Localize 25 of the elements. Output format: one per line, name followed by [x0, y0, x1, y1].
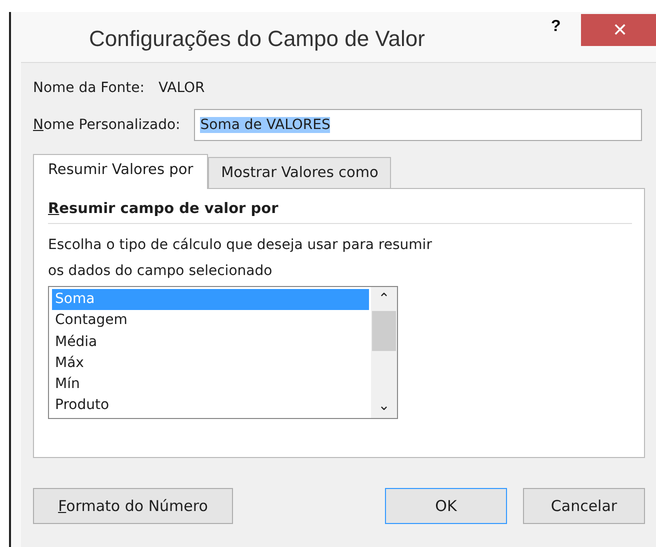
tab[interactable]: Mostrar Valores como [208, 157, 392, 188]
list-item[interactable]: Contagem [52, 310, 369, 332]
description-text: os dados do campo selecionado [48, 262, 274, 281]
field-label: Nome da Fonte: [33, 80, 144, 96]
field-label: Nome Personalizado: [33, 117, 180, 133]
scroll-up-button[interactable]: ⌃ [378, 287, 390, 311]
close-button[interactable]: ✕ [581, 14, 656, 46]
list-item[interactable]: Mín [52, 374, 369, 396]
dialog-button[interactable]: Formato do Número [33, 488, 233, 524]
input-field[interactable]: Soma de VALORES [194, 109, 642, 141]
tab[interactable]: Resumir Valores por [33, 154, 208, 189]
list-item[interactable]: Média [52, 332, 369, 353]
help-button[interactable]: ? [551, 18, 561, 36]
scrollbar[interactable]: ⌃ ⌄ [371, 287, 397, 418]
list-box[interactable]: Soma Contagem Média Máx Mín Produto ⌃ ⌄ [48, 286, 398, 419]
scroll-down-button[interactable]: ⌄ [378, 394, 390, 418]
dialog-button[interactable]: Cancelar [523, 488, 645, 524]
description-text: Escolha o tipo de cálculo que deseja usar para resumir [48, 236, 433, 255]
dialog-button[interactable]: OK [385, 488, 507, 524]
scroll-thumb[interactable] [372, 311, 396, 351]
field-value: VALOR [158, 80, 205, 96]
list-item[interactable]: Máx [52, 352, 369, 374]
window-title: Configurações do Campo de Valor [89, 26, 425, 52]
list-item[interactable]: Produto [52, 395, 369, 417]
section-heading: Resumir campo de valor por [48, 201, 280, 217]
